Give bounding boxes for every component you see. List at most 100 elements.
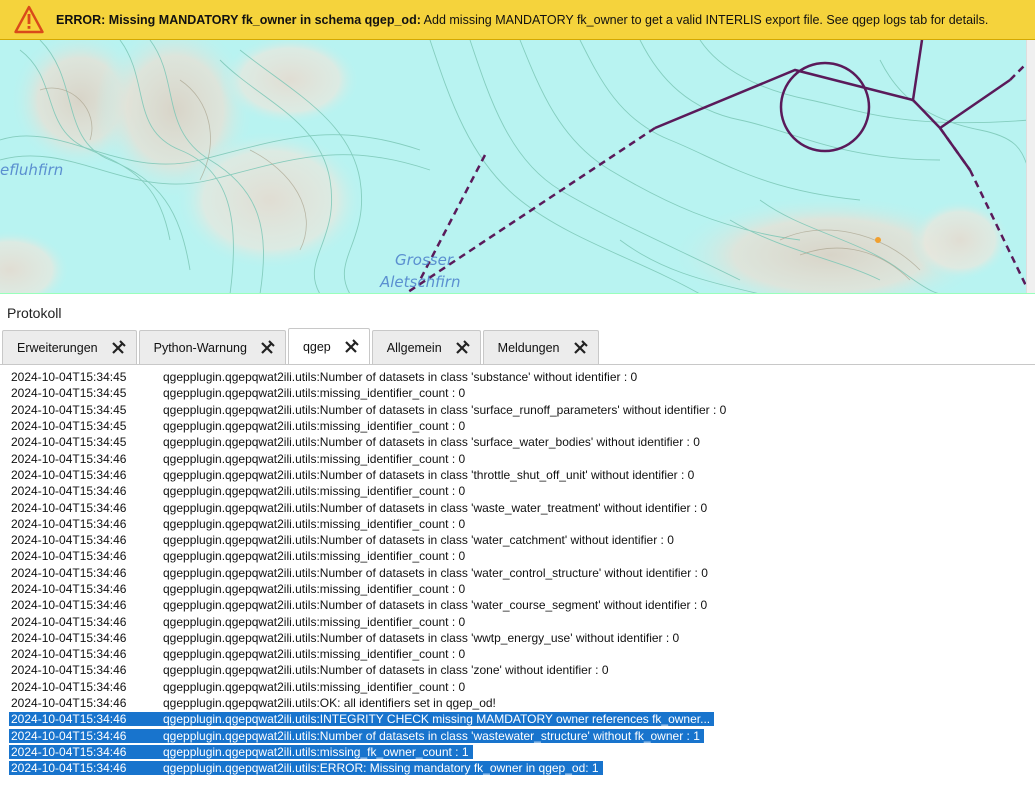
map-label-grosser: Grosser [395, 251, 454, 269]
map-rendering: efluhfirn Grosser Aletschfirn [0, 40, 1035, 293]
log-row[interactable]: 2024-10-04T15:34:46 qgepplugin.qgepqwat2i… [0, 483, 1035, 499]
log-message: qgepplugin.qgepqwat2ili.utils:Number of … [163, 565, 708, 580]
log-message: qgepplugin.qgepqwat2ili.utils:missing_id… [163, 647, 466, 662]
log-message: qgepplugin.qgepqwat2ili.utils:Number of … [163, 435, 700, 450]
tab-label: qgep [302, 340, 331, 354]
log-row[interactable]: 2024-10-04T15:34:46 qgepplugin.qgepqwat2i… [0, 548, 1035, 564]
close-tab-icon[interactable] [454, 339, 470, 356]
error-message-bar: ERROR: Missing MANDATORY fk_owner in sch… [0, 0, 1035, 40]
log-message: qgepplugin.qgepqwat2ili.utils:missing_id… [163, 516, 466, 531]
log-message: qgepplugin.qgepqwat2ili.utils:missing_id… [163, 451, 466, 466]
log-row[interactable]: 2024-10-04T15:34:46 qgepplugin.qgepqwat2i… [0, 467, 1035, 483]
log-timestamp: 2024-10-04T15:34:46 [11, 582, 127, 596]
log-timestamp: 2024-10-04T15:34:45 [11, 435, 127, 450]
log-row[interactable]: 2024-10-04T15:34:45 qgepplugin.qgepqwat2i… [0, 369, 1035, 385]
log-message: qgepplugin.qgepqwat2ili.utils:missing_id… [163, 679, 466, 694]
log-timestamp: 2024-10-04T15:34:46 [11, 484, 127, 499]
log-row[interactable]: 2024-10-04T15:34:46 qgepplugin.qgepqwat2i… [0, 695, 1035, 711]
log-timestamp: 2024-10-04T15:34:45 [11, 419, 127, 434]
log-row[interactable]: 2024-10-04T15:34:46 qgepplugin.qgepqwat2i… [0, 516, 1035, 532]
log-row[interactable]: 2024-10-04T15:34:45 qgepplugin.qgepqwat2i… [0, 385, 1035, 401]
log-row[interactable]: 2024-10-04T15:34:46 qgepplugin.qgepqwat2i… [0, 613, 1035, 629]
tab-erweiterungen[interactable]: Erweiterungen [2, 330, 137, 364]
log-timestamp: 2024-10-04T15:34:46 [9, 728, 163, 743]
log-row[interactable]: 2024-10-04T15:34:46 qgepplugin.qgepqwat2i… [0, 450, 1035, 466]
log-timestamp: 2024-10-04T15:34:46 [11, 630, 127, 645]
log-timestamp: 2024-10-04T15:34:46 [11, 467, 127, 482]
log-message: qgepplugin.qgepqwat2ili.utils:Number of … [163, 402, 727, 417]
map-scrollbar[interactable] [1026, 40, 1035, 293]
log-tab-bar: Erweiterungen Python-Warnung qgep Allgem… [2, 327, 1035, 365]
tab-label: Erweiterungen [17, 340, 98, 355]
log-row[interactable]: 2024-10-04T15:34:46 qgepplugin.qgepqwat2i… [0, 581, 1035, 597]
log-message: qgepplugin.qgepqwat2ili.utils:Number of … [163, 467, 695, 482]
error-message-title: ERROR: Missing MANDATORY fk_owner in sch… [56, 12, 421, 27]
panel-title: Protokoll [7, 305, 62, 321]
log-message: qgepplugin.qgepqwat2ili.utils:missing_id… [163, 549, 466, 564]
log-message: qgepplugin.qgepqwat2ili.utils:Number of … [163, 370, 638, 385]
tab-allgemein[interactable]: Allgemein [371, 330, 481, 364]
close-tab-icon[interactable] [343, 339, 359, 355]
log-row-selected[interactable]: 2024-10-04T15:34:46 qgepplugin.qgepqwat2i… [0, 760, 1035, 776]
log-timestamp: 2024-10-04T15:34:46 [9, 761, 163, 776]
log-timestamp: 2024-10-04T15:34:46 [11, 679, 127, 694]
log-timestamp: 2024-10-04T15:34:46 [11, 614, 127, 629]
log-message: qgepplugin.qgepqwat2ili.utils:missing_id… [163, 484, 466, 499]
log-row[interactable]: 2024-10-04T15:34:45 qgepplugin.qgepqwat2i… [0, 402, 1035, 418]
error-message-detail: Add missing MANDATORY fk_owner to get a … [423, 12, 989, 27]
log-view[interactable]: 2024-10-04T15:34:45 qgepplugin.qgepqwat2i… [0, 364, 1035, 797]
log-timestamp: 2024-10-04T15:34:45 [11, 386, 127, 401]
log-timestamp: 2024-10-04T15:34:46 [11, 696, 127, 711]
log-message: qgepplugin.qgepqwat2ili.utils:missing_fk… [163, 744, 473, 759]
log-timestamp: 2024-10-04T15:34:46 [11, 565, 127, 580]
log-timestamp: 2024-10-04T15:34:46 [11, 500, 127, 515]
log-row[interactable]: 2024-10-04T15:34:46 qgepplugin.qgepqwat2i… [0, 662, 1035, 678]
log-row-selected[interactable]: 2024-10-04T15:34:46 qgepplugin.qgepqwat2i… [0, 728, 1035, 744]
log-timestamp: 2024-10-04T15:34:45 [11, 402, 127, 417]
close-tab-icon[interactable] [259, 339, 275, 356]
log-message: qgepplugin.qgepqwat2ili.utils:Number of … [163, 533, 674, 548]
log-row[interactable]: 2024-10-04T15:34:46 qgepplugin.qgepqwat2i… [0, 646, 1035, 662]
log-timestamp: 2024-10-04T15:34:46 [11, 647, 127, 662]
log-message: qgepplugin.qgepqwat2ili.utils:ERROR: Mis… [163, 761, 603, 776]
log-message: qgepplugin.qgepqwat2ili.utils:Number of … [163, 663, 609, 678]
log-row[interactable]: 2024-10-04T15:34:46 qgepplugin.qgepqwat2i… [0, 679, 1035, 695]
tab-label: Meldungen [497, 340, 560, 355]
log-row-selected[interactable]: 2024-10-04T15:34:46 qgepplugin.qgepqwat2i… [0, 744, 1035, 760]
log-row[interactable]: 2024-10-04T15:34:46 qgepplugin.qgepqwat2i… [0, 630, 1035, 646]
tab-python-warnung[interactable]: Python-Warnung [138, 330, 286, 364]
log-message: qgepplugin.qgepqwat2ili.utils:missing_id… [163, 614, 466, 629]
log-row-selected[interactable]: 2024-10-04T15:34:46 qgepplugin.qgepqwat2i… [0, 711, 1035, 727]
log-timestamp: 2024-10-04T15:34:46 [11, 549, 127, 564]
log-message: qgepplugin.qgepqwat2ili.utils:missing_id… [163, 582, 466, 596]
error-message-text: ERROR: Missing MANDATORY fk_owner in sch… [56, 13, 988, 27]
tab-meldungen[interactable]: Meldungen [482, 330, 599, 364]
close-tab-icon[interactable] [110, 339, 126, 356]
log-timestamp: 2024-10-04T15:34:46 [9, 744, 163, 759]
log-row[interactable]: 2024-10-04T15:34:45 qgepplugin.qgepqwat2i… [0, 434, 1035, 450]
warning-icon [14, 5, 44, 33]
log-message: qgepplugin.qgepqwat2ili.utils:missing_id… [163, 386, 466, 401]
log-row[interactable]: 2024-10-04T15:34:46 qgepplugin.qgepqwat2i… [0, 597, 1035, 613]
log-message: qgepplugin.qgepqwat2ili.utils:Number of … [163, 500, 708, 515]
log-message: qgepplugin.qgepqwat2ili.utils:OK: all id… [163, 696, 496, 711]
close-tab-icon[interactable] [572, 339, 588, 356]
map-label-efluhfirn: efluhfirn [0, 161, 63, 179]
tab-qgep[interactable]: qgep [287, 328, 370, 365]
log-timestamp: 2024-10-04T15:34:46 [11, 533, 127, 548]
log-row[interactable]: 2024-10-04T15:34:46 qgepplugin.qgepqwat2i… [0, 565, 1035, 581]
log-message: qgepplugin.qgepqwat2ili.utils:missing_id… [163, 419, 466, 434]
log-timestamp: 2024-10-04T15:34:46 [11, 451, 127, 466]
log-row[interactable]: 2024-10-04T15:34:46 qgepplugin.qgepqwat2i… [0, 532, 1035, 548]
log-message: qgepplugin.qgepqwat2ili.utils:INTEGRITY … [163, 712, 715, 727]
log-row[interactable]: 2024-10-04T15:34:45 qgepplugin.qgepqwat2i… [0, 418, 1035, 434]
map-canvas[interactable]: efluhfirn Grosser Aletschfirn [0, 40, 1035, 294]
tab-label: Allgemein [386, 340, 442, 355]
log-timestamp: 2024-10-04T15:34:46 [11, 598, 127, 613]
log-timestamp: 2024-10-04T15:34:45 [11, 370, 127, 385]
map-label-aletschfirn: Aletschfirn [379, 273, 460, 291]
log-timestamp: 2024-10-04T15:34:46 [11, 516, 127, 531]
log-message: qgepplugin.qgepqwat2ili.utils:Number of … [163, 598, 708, 613]
log-row[interactable]: 2024-10-04T15:34:46 qgepplugin.qgepqwat2i… [0, 499, 1035, 515]
log-timestamp: 2024-10-04T15:34:46 [9, 712, 163, 727]
